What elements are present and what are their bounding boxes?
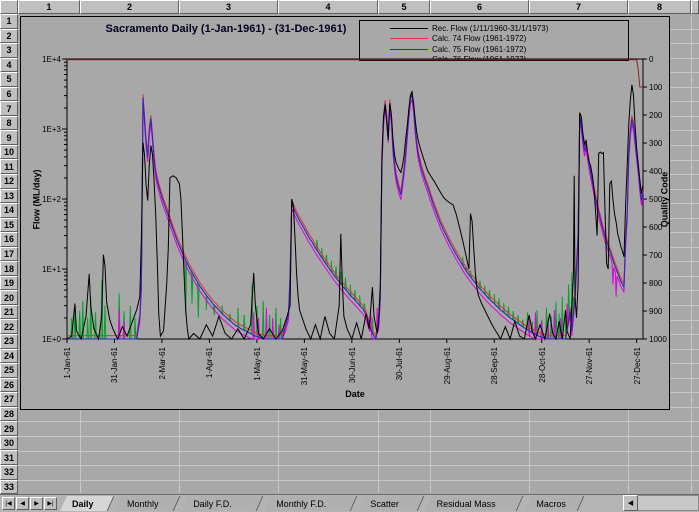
y-left-tick-label: 1E+3	[42, 124, 61, 134]
series-calc-75-flow-1961-1972-	[67, 94, 644, 341]
series-rec-flow-1-11-1960-31-1-1973-	[66, 84, 644, 341]
x-tick-label: 29-Aug-61	[442, 347, 452, 385]
grid-line	[669, 261, 699, 263]
x-tick-label: 1-Jan-61	[63, 347, 72, 379]
grid-line	[669, 217, 699, 219]
x-tick-label: 31-Jan-61	[110, 347, 120, 384]
spreadsheet-app: { "spreadsheet": { "column_headers": ["1…	[0, 0, 699, 512]
series-calc-74-flow-1961-1972-	[67, 91, 644, 337]
y-right-tick-label: 900	[649, 306, 663, 316]
grid-line	[669, 101, 699, 103]
y-right-tick-label: 100	[649, 82, 663, 92]
grid-line	[669, 392, 699, 394]
grid-line	[669, 130, 699, 132]
x-tick-label: 2-Mar-61	[157, 347, 167, 380]
grid-line	[669, 246, 699, 248]
y-left-tick-label: 1E+4	[42, 54, 61, 64]
scrollbar-left-button[interactable]: ◀	[623, 495, 638, 511]
y-right-tick-label: 0	[649, 54, 654, 64]
grid-line	[669, 43, 699, 45]
x-tick-label: 28-Sep-61	[490, 347, 500, 385]
series-quality-code	[67, 59, 643, 88]
grid-line	[669, 232, 699, 234]
grid-line	[18, 450, 699, 452]
y-right-tick-label: 800	[649, 278, 663, 288]
chart-object[interactable]: Sacramento Daily (1-Jan-1961) - (31-Dec-…	[20, 16, 670, 410]
grid-line	[669, 319, 699, 321]
tab-nav-next[interactable]: ▶	[30, 497, 43, 510]
sheet-tab-scatter[interactable]: Scatter	[358, 496, 423, 511]
x-tick-label: 27-Dec-61	[632, 347, 642, 385]
y-right-tick-label: 1000	[649, 334, 667, 344]
sheet-tab-daily-f-d-[interactable]: Daily F.D.	[181, 496, 263, 511]
sheet-tab-residual-mass[interactable]: Residual Mass	[425, 496, 524, 511]
series-calc-flow-magenta-	[67, 99, 644, 340]
x-tick-label: 31-May-61	[300, 347, 310, 386]
y-right-tick-label: 300	[649, 138, 663, 148]
y-right-tick-label: 600	[649, 222, 663, 232]
grid-line	[18, 479, 699, 481]
tab-nav-prev[interactable]: ◀	[16, 497, 29, 510]
tab-nav-first[interactable]: |◀	[2, 497, 15, 510]
y-left-tick-label: 1E+2	[42, 194, 61, 204]
grid-line	[669, 159, 699, 161]
sheet-tab-daily[interactable]: Daily	[60, 496, 114, 511]
grid-line	[669, 348, 699, 350]
grid-line	[18, 435, 699, 437]
x-tick-label: 1-Apr-61	[205, 347, 215, 379]
x-tick-label: 1-May-61	[252, 347, 262, 381]
y-right-tick-label: 500	[649, 194, 663, 204]
y-right-tick-label: 200	[649, 110, 663, 120]
grid-line	[669, 290, 699, 292]
y-left-tick-label: 1E+0	[42, 334, 61, 344]
plot-area: 1E+4 1E+3 1E+2 1E+1 1E+0 0 100 200 300 400 500 600 7…	[21, 17, 669, 409]
grid-line	[669, 28, 699, 30]
sheet-tab-bar: |◀ ◀ ▶ ▶| Daily Monthly Daily F.D. Monthly F.D.…	[0, 494, 699, 512]
sheet-tab-macros[interactable]: Macros	[524, 496, 584, 511]
grid-line	[669, 72, 699, 74]
grid-line	[669, 377, 699, 379]
grid-line	[669, 363, 699, 365]
sheet-tab-monthly[interactable]: Monthly	[115, 496, 180, 511]
y-left-tick-label: 1E+1	[42, 264, 61, 274]
grid-line	[669, 275, 699, 277]
series-calc-76-flow-1961-1972-	[67, 94, 644, 341]
x-tick-label: 28-Oct-61	[537, 347, 547, 383]
y-right-tick-label: 700	[649, 250, 663, 260]
x-tick-label: 27-Nov-61	[585, 347, 595, 385]
x-tick-label: 30-Jun-61	[347, 347, 357, 384]
tab-nav-last[interactable]: ▶|	[44, 497, 57, 510]
y-right-tick-label: 400	[649, 166, 663, 176]
x-tick-label: 30-Jul-61	[395, 347, 405, 381]
sheet-tab-monthly-f-d-[interactable]: Monthly F.D.	[264, 496, 357, 511]
grid-line	[18, 465, 699, 467]
grid-line	[18, 421, 699, 423]
grid-line	[669, 188, 699, 190]
grid-line	[669, 406, 699, 408]
